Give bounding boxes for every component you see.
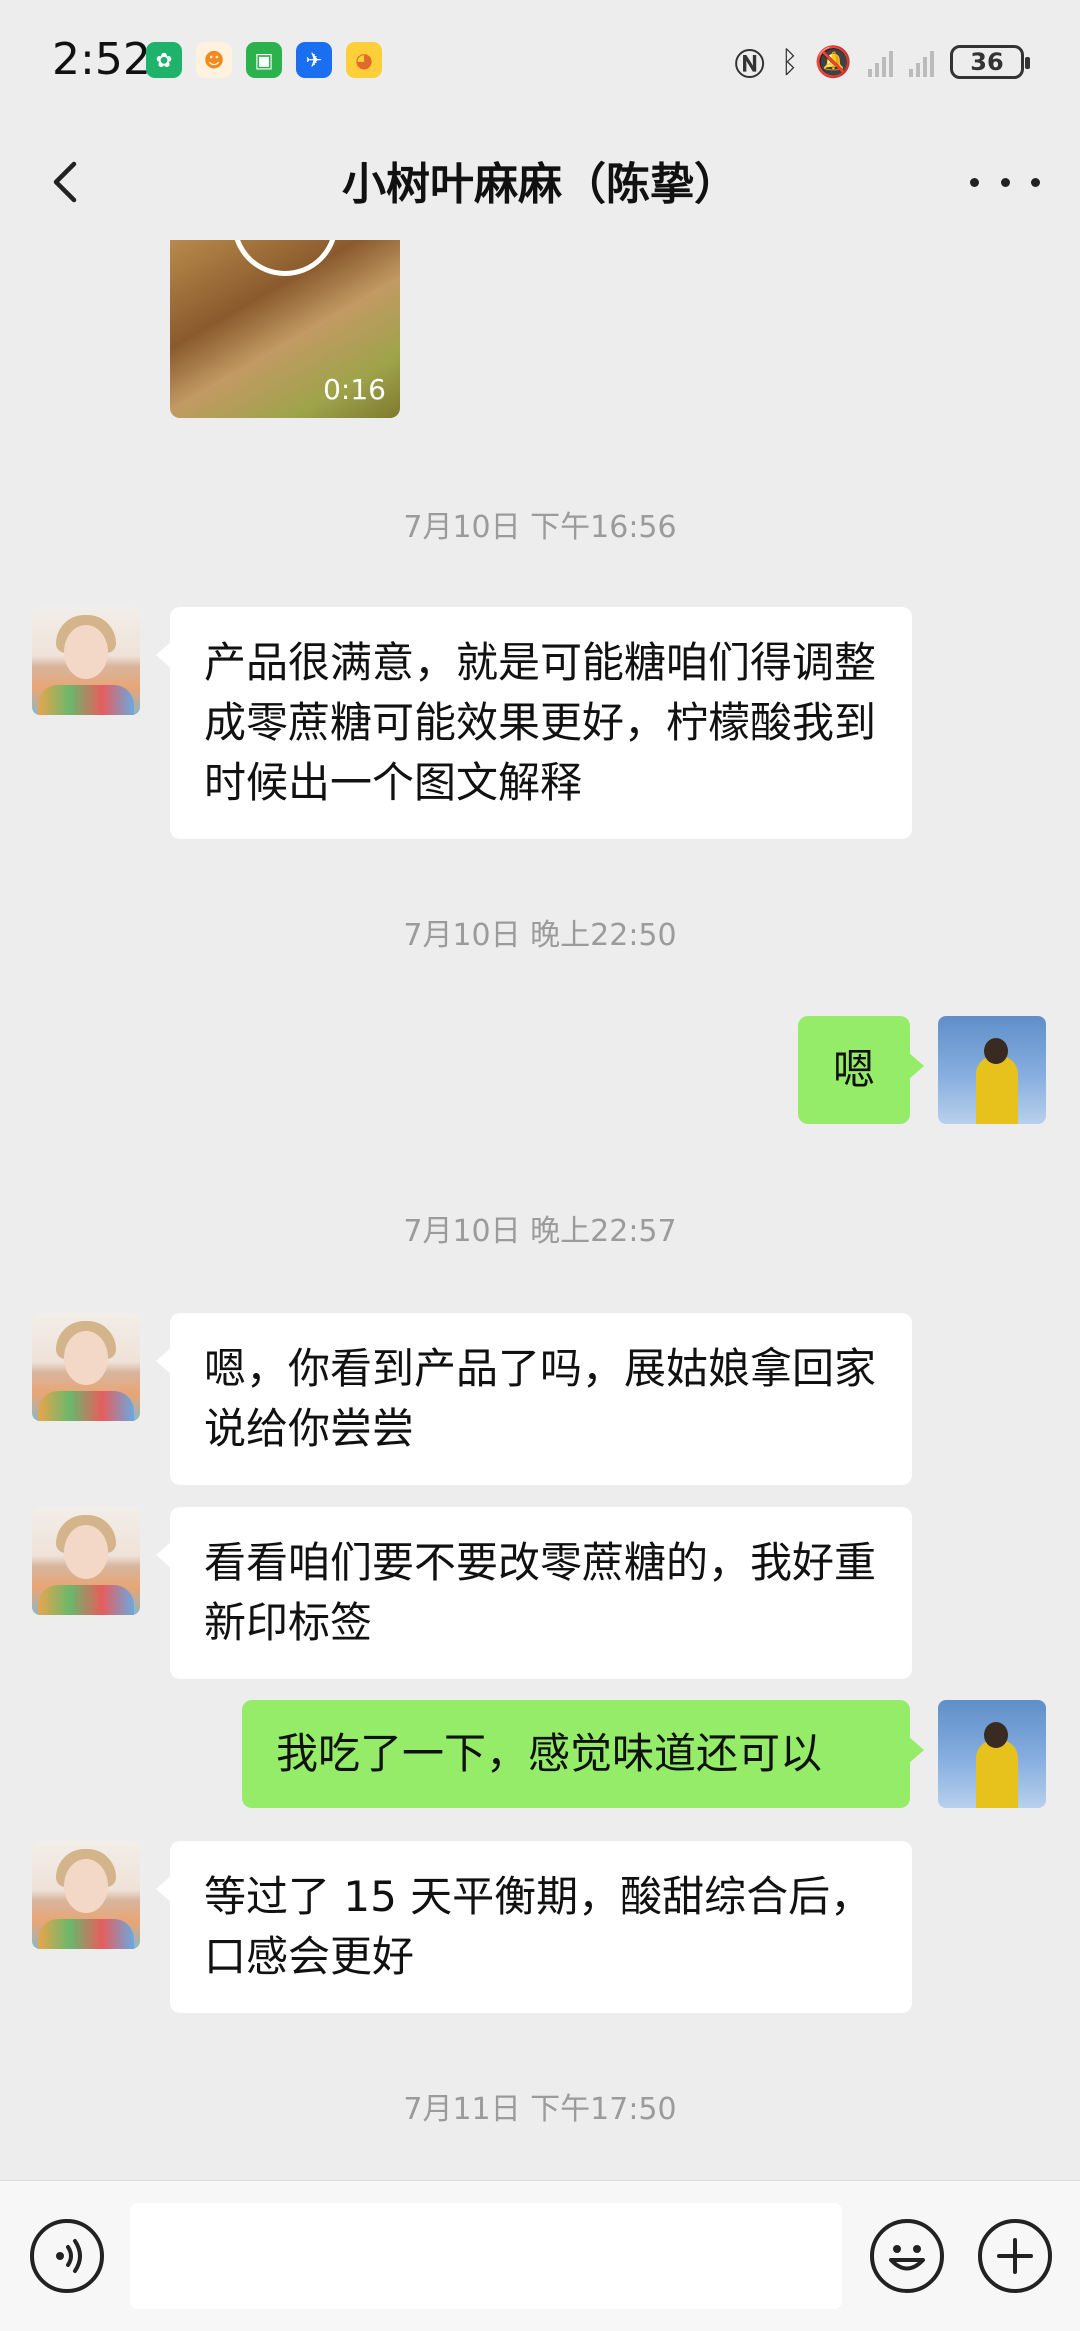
my-avatar[interactable]	[938, 1700, 1046, 1808]
chat-header: 小树叶麻麻（陈挚）	[0, 120, 1080, 240]
incoming-message[interactable]: 嗯，你看到产品了吗，展姑娘拿回家说给你尝尝	[156, 1313, 912, 1485]
plus-icon	[997, 2238, 1033, 2274]
incoming-message[interactable]: 产品很满意，就是可能糖咱们得调整成零蔗糖可能效果更好，柠檬酸我到时候出一个图文解…	[156, 607, 912, 839]
app-orange-figure-icon: ☻	[196, 42, 232, 78]
signal-2-icon	[909, 47, 934, 77]
app-green-bag-icon: ▣	[246, 42, 282, 78]
message-timestamp: 7月10日 下午16:56	[403, 510, 677, 545]
incoming-message[interactable]: 等过了 15 天平衡期，酸甜综合后，口感会更好	[156, 1841, 912, 2013]
my-avatar[interactable]	[938, 1016, 1046, 1124]
voice-input-button[interactable]	[30, 2219, 104, 2293]
contact-avatar[interactable]	[32, 1507, 140, 1615]
video-message[interactable]: 0:16	[170, 240, 400, 418]
contact-avatar[interactable]	[32, 1313, 140, 1421]
play-circle-icon	[232, 240, 338, 276]
chat-title: 小树叶麻麻（陈挚）	[342, 159, 738, 210]
nfc-icon: Ⓝ	[734, 48, 765, 83]
contact-avatar[interactable]	[32, 607, 140, 715]
smiley-icon	[889, 2245, 925, 2271]
app-green-leaf-icon: ✿	[146, 42, 182, 78]
more-options-icon[interactable]	[970, 154, 1040, 210]
message-timestamp: 7月10日 晚上22:57	[403, 1214, 677, 1249]
mute-bell-icon: 🔕	[814, 44, 852, 80]
outgoing-message[interactable]: 嗯	[798, 1016, 924, 1124]
incoming-message[interactable]: 看看咱们要不要改零蔗糖的，我好重新印标签	[156, 1507, 912, 1679]
emoji-button[interactable]	[870, 2219, 944, 2293]
app-yellow-duck-icon: ◕	[346, 42, 382, 78]
message-list[interactable]: 0:16 7月10日 下午16:56 产品很满意，就是可能糖咱们得调整成零蔗糖可…	[0, 240, 1080, 2180]
voice-wave-icon	[56, 2239, 82, 2273]
bluetooth-icon: ᛒ	[780, 44, 799, 80]
app-blue-plane-icon: ✈	[296, 42, 332, 78]
input-bar	[0, 2180, 1080, 2331]
battery-level: 36	[970, 48, 1004, 76]
video-duration: 0:16	[323, 373, 386, 406]
notification-icons: ✿ ☻ ▣ ✈ ◕	[146, 42, 382, 78]
signal-1-icon	[868, 47, 893, 77]
more-functions-button[interactable]	[978, 2219, 1052, 2293]
system-icons: Ⓝ ᛒ 🔕 36	[734, 40, 1030, 84]
status-time: 2:52	[52, 34, 151, 85]
message-timestamp: 7月11日 下午17:50	[403, 2092, 677, 2127]
status-bar: 2:52 ✿ ☻ ▣ ✈ ◕ Ⓝ ᛒ 🔕 36	[0, 0, 1080, 120]
outgoing-message[interactable]: 我吃了一下，感觉味道还可以	[242, 1700, 924, 1808]
message-input[interactable]	[130, 2203, 842, 2309]
battery-icon: 36	[950, 45, 1030, 79]
chat-screen: 2:52 ✿ ☻ ▣ ✈ ◕ Ⓝ ᛒ 🔕 36 小树叶麻麻（陈挚） 0:16 7…	[0, 0, 1080, 2331]
message-timestamp: 7月10日 晚上22:50	[403, 918, 677, 953]
contact-avatar[interactable]	[32, 1841, 140, 1949]
